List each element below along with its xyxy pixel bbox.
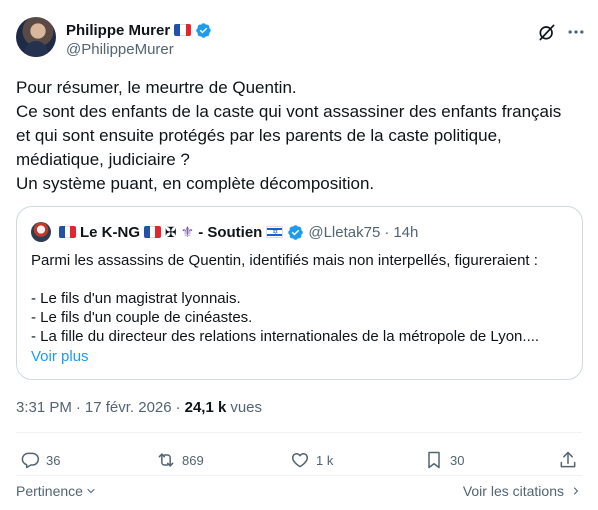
share-icon: [560, 451, 576, 468]
bookmark-icon: [428, 451, 440, 469]
tweet-text-line: Ce sont des enfants de la caste qui vont…: [16, 102, 562, 121]
bookmark-button[interactable]: 30: [424, 448, 464, 472]
divider: [16, 432, 582, 433]
sort-dropdown[interactable]: Pertinence: [16, 483, 97, 499]
author-name-row: Philippe Murer: [66, 20, 212, 40]
repost-button[interactable]: 869: [156, 448, 204, 472]
author-handle[interactable]: @PhilippeMurer: [66, 41, 174, 58]
show-more-link[interactable]: Voir plus: [31, 348, 89, 365]
tweet: Philippe Murer @PhilippeMurer Pour résum…: [0, 0, 598, 510]
like-button[interactable]: 1 k: [290, 448, 333, 472]
repost-count: 869: [182, 452, 204, 468]
bookmark-count: 30: [450, 452, 465, 468]
tweet-time[interactable]: 3:31 PM: [16, 399, 72, 416]
more-icon[interactable]: [566, 22, 586, 42]
sort-label: Pertinence: [16, 483, 83, 499]
french-flag-icon: [174, 24, 192, 36]
view-quotes-link[interactable]: Voir les citations: [463, 483, 582, 499]
tweet-text-line: Un système puant, en complète décomposit…: [16, 174, 375, 193]
separator-dot: ·: [384, 223, 390, 241]
share-button[interactable]: [558, 448, 578, 472]
quoted-author-handle: @Lletak75: [308, 223, 381, 241]
chevron-right-icon: [573, 487, 579, 495]
quoted-tweet-time: 14h: [393, 223, 419, 241]
tweet-text-line: et qui sont ensuite protégés par les par…: [16, 126, 502, 145]
separator-dot: ·: [175, 399, 181, 416]
author-avatar[interactable]: [16, 17, 56, 57]
verified-badge-icon: [196, 22, 211, 38]
quoted-tweet[interactable]: Le K-NG ✠ ⚜ - Soutien ✡ @Lletak75 · 14h …: [16, 206, 583, 380]
quoted-author-name: Le K-NG: [80, 223, 140, 241]
reply-icon: [21, 452, 40, 469]
tweet-text: Pour résumer, le meurtre de Quentin. Ce …: [16, 76, 586, 196]
cross-icon: ✠: [165, 223, 177, 240]
reply-count: 36: [46, 452, 61, 468]
fleur-de-lis-icon: ⚜: [180, 224, 195, 241]
author-display-name[interactable]: Philippe Murer: [66, 22, 170, 39]
quoted-text-line: Parmi les assassins de Quentin, identifi…: [31, 252, 538, 269]
views-label: vues: [230, 399, 263, 416]
chevron-down-icon: [87, 488, 95, 494]
reply-button[interactable]: 36: [20, 448, 60, 472]
heart-icon: [291, 453, 309, 468]
divider: [16, 475, 582, 476]
like-count: 1 k: [316, 452, 334, 468]
tweet-text-line: médiatique, judiciaire ?: [16, 150, 190, 169]
israel-flag-icon: ✡: [266, 226, 284, 238]
quoted-author-suffix: - Soutien: [198, 223, 263, 241]
tweet-meta: 3:31 PM · 17 févr. 2026 · 24,1 k vues: [16, 399, 262, 416]
repost-icon: [158, 453, 174, 467]
french-flag-icon: [144, 226, 161, 238]
separator-dot: ·: [75, 399, 81, 416]
verified-badge-icon: [288, 224, 304, 240]
quoted-text-line: - Le fils d'un couple de cinéastes.: [31, 309, 253, 326]
quoted-text-line: - La fille du directeur des relations in…: [31, 328, 540, 345]
quoted-author-avatar: [31, 222, 51, 242]
views-count[interactable]: 24,1 k: [185, 399, 227, 416]
quoted-tweet-text: Parmi les assassins de Quentin, identifi…: [31, 251, 571, 346]
quoted-tweet-header: Le K-NG ✠ ⚜ - Soutien ✡ @Lletak75 · 14h: [31, 222, 418, 242]
tweet-text-line: Pour résumer, le meurtre de Quentin.: [16, 78, 297, 97]
tweet-date[interactable]: 17 févr. 2026: [85, 399, 172, 416]
quoted-text-line: - Le fils d'un magistrat lyonnais.: [31, 290, 241, 307]
french-flag-icon: [59, 226, 76, 238]
quoted-text-line: [31, 270, 571, 289]
view-quotes-label: Voir les citations: [462, 483, 564, 499]
grok-icon[interactable]: [537, 22, 557, 42]
